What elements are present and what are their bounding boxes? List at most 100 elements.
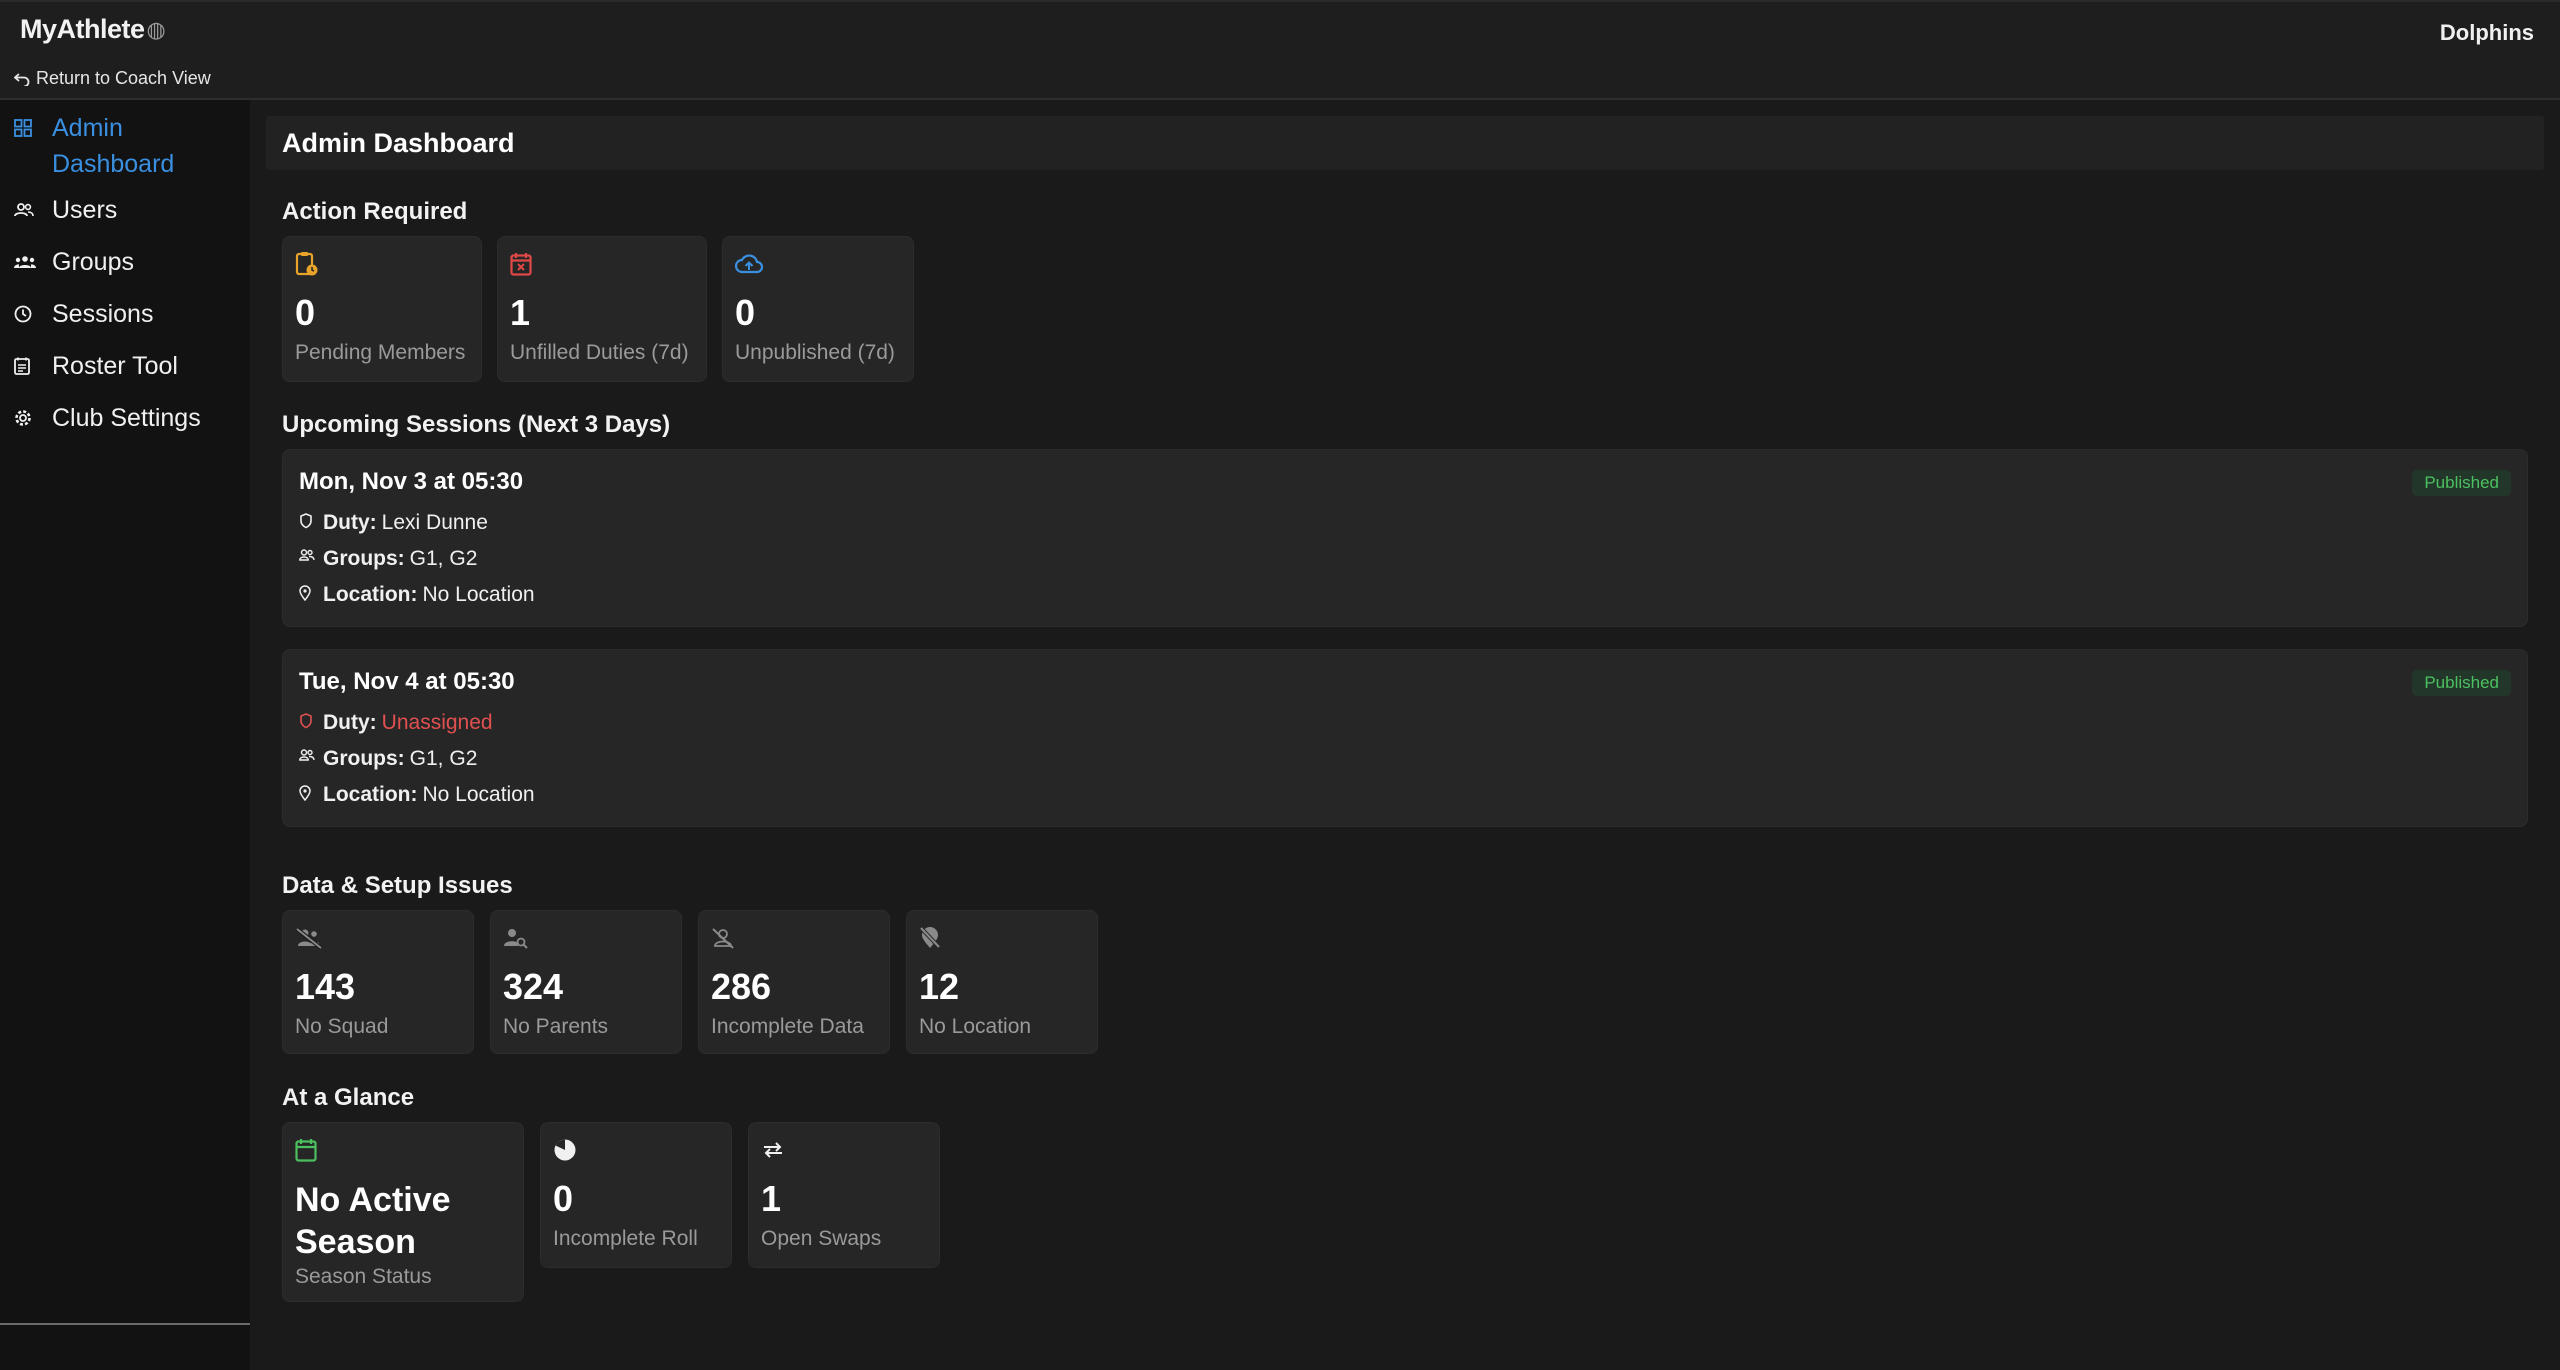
open-swaps-card[interactable]: 1 Open Swaps: [748, 1122, 940, 1268]
person-search-icon: [503, 923, 669, 953]
card-value: 143: [295, 966, 356, 1007]
location-pin-icon: [299, 584, 323, 605]
undo-arrow-icon: [14, 72, 30, 86]
shield-icon: [299, 712, 323, 733]
sidebar-item-admin-dashboard[interactable]: Admin Dashboard: [0, 110, 250, 182]
cloud-upload-icon: [735, 249, 901, 279]
sidebar-item-label: Sessions: [52, 300, 154, 328]
location-value: No Location: [422, 583, 535, 606]
page-title: Admin Dashboard: [282, 127, 515, 158]
calendar-x-icon: [510, 249, 694, 279]
sidebar-item-label: Roster Tool: [52, 352, 178, 380]
card-label: Season Status: [295, 1265, 432, 1288]
section-title-action-required: Action Required: [282, 198, 468, 225]
card-label: Open Swaps: [761, 1227, 882, 1250]
pending-members-card[interactable]: 0 Pending Members: [282, 236, 482, 382]
globe-icon: ◍: [146, 16, 166, 42]
sidebar-item-label: Admin Dashboard: [52, 114, 175, 178]
roster-icon: [14, 348, 38, 384]
sidebar-item-label: Groups: [52, 248, 134, 276]
sidebar-item-label: Club Settings: [52, 404, 201, 432]
clipboard-clock-icon: [295, 249, 469, 279]
groups-label: Groups:: [323, 547, 405, 570]
season-status-card[interactable]: No Active Season Season Status: [282, 1122, 524, 1302]
shield-icon: [299, 512, 323, 533]
session-card[interactable]: Mon, Nov 3 at 05:30 Published Duty: Lexi…: [282, 449, 2528, 627]
group-icon: [299, 548, 323, 569]
card-value: 0: [295, 292, 316, 333]
app-logo[interactable]: MyAthlete ◍: [20, 14, 166, 45]
gear-icon: [14, 400, 38, 436]
session-title: Tue, Nov 4 at 05:30: [299, 668, 515, 695]
card-label: Unpublished (7d): [735, 341, 895, 364]
card-label: Unfilled Duties (7d): [510, 341, 689, 364]
card-value: 0: [735, 292, 756, 333]
card-value: 286: [711, 966, 772, 1007]
unpublished-card[interactable]: 0 Unpublished (7d): [722, 236, 914, 382]
card-value: 1: [510, 292, 531, 333]
card-label: Incomplete Data: [711, 1015, 864, 1038]
person-off-icon: [711, 923, 877, 953]
location-off-icon: [919, 923, 1085, 953]
section-title-at-a-glance: At a Glance: [282, 1084, 415, 1111]
card-value: No Active Season: [295, 1181, 451, 1261]
duty-row: Duty: Unassigned: [299, 710, 2511, 735]
incomplete-data-card[interactable]: 286 Incomplete Data: [698, 910, 890, 1054]
duty-value: Unassigned: [381, 711, 493, 734]
groups-value: G1, G2: [409, 547, 478, 570]
group-icon: [299, 748, 323, 769]
sidebar-item-label: Users: [52, 196, 118, 224]
users-icon: [14, 192, 38, 228]
sidebar: Admin Dashboard Users Groups Sessions Ro…: [0, 100, 250, 1370]
unfilled-duties-card[interactable]: 1 Unfilled Duties (7d): [497, 236, 707, 382]
card-value: 12: [919, 966, 960, 1007]
status-badge: Published: [2412, 670, 2511, 696]
clock-icon: [14, 296, 38, 332]
logo-text: MyAthlete: [20, 14, 145, 44]
team-name[interactable]: Dolphins: [2440, 20, 2534, 46]
sidebar-item-sessions[interactable]: Sessions: [0, 296, 250, 332]
incomplete-roll-card[interactable]: 0 Incomplete Roll: [540, 1122, 732, 1268]
section-title-data-setup-issues: Data & Setup Issues: [282, 872, 513, 899]
sidebar-divider: [0, 1323, 250, 1325]
location-row: Location: No Location: [299, 782, 2511, 807]
top-bar: MyAthlete ◍ Return to Coach View Dolphin…: [0, 0, 2560, 100]
groups-row: Groups: G1, G2: [299, 746, 2511, 771]
groups-value: G1, G2: [409, 747, 478, 770]
return-to-coach-view-link[interactable]: Return to Coach View: [14, 68, 211, 89]
card-value: 1: [761, 1178, 782, 1219]
location-label: Location:: [323, 583, 418, 606]
calendar-icon: [295, 1135, 511, 1165]
card-value: 0: [553, 1178, 574, 1219]
pie-icon: [553, 1135, 719, 1165]
location-row: Location: No Location: [299, 582, 2511, 607]
section-title-upcoming-sessions: Upcoming Sessions (Next 3 Days): [282, 411, 671, 438]
group-off-icon: [295, 923, 461, 953]
swap-icon: [761, 1135, 927, 1165]
card-label: No Squad: [295, 1015, 389, 1038]
no-squad-card[interactable]: 143 No Squad: [282, 910, 474, 1054]
main-content: Admin Dashboard Action Required 0 Pendin…: [250, 100, 2560, 1370]
card-label: No Parents: [503, 1015, 609, 1038]
sidebar-item-roster-tool[interactable]: Roster Tool: [0, 348, 250, 384]
no-location-card[interactable]: 12 No Location: [906, 910, 1098, 1054]
duty-label: Duty:: [323, 511, 377, 534]
card-label: Incomplete Roll: [553, 1227, 698, 1250]
groups-icon: [14, 244, 38, 280]
return-link-label: Return to Coach View: [36, 68, 211, 88]
sidebar-item-users[interactable]: Users: [0, 192, 250, 228]
session-card[interactable]: Tue, Nov 4 at 05:30 Published Duty: Unas…: [282, 649, 2528, 827]
groups-row: Groups: G1, G2: [299, 546, 2511, 571]
no-parents-card[interactable]: 324 No Parents: [490, 910, 682, 1054]
duty-value: Lexi Dunne: [381, 511, 488, 534]
card-label: No Location: [919, 1015, 1032, 1038]
sidebar-item-club-settings[interactable]: Club Settings: [0, 400, 250, 436]
page-header: Admin Dashboard: [266, 116, 2544, 170]
card-label: Pending Members: [295, 341, 466, 364]
sidebar-item-groups[interactable]: Groups: [0, 244, 250, 280]
dashboard-icon: [14, 110, 38, 146]
card-value: 324: [503, 966, 564, 1007]
location-value: No Location: [422, 783, 535, 806]
session-title: Mon, Nov 3 at 05:30: [299, 468, 524, 495]
location-pin-icon: [299, 784, 323, 805]
